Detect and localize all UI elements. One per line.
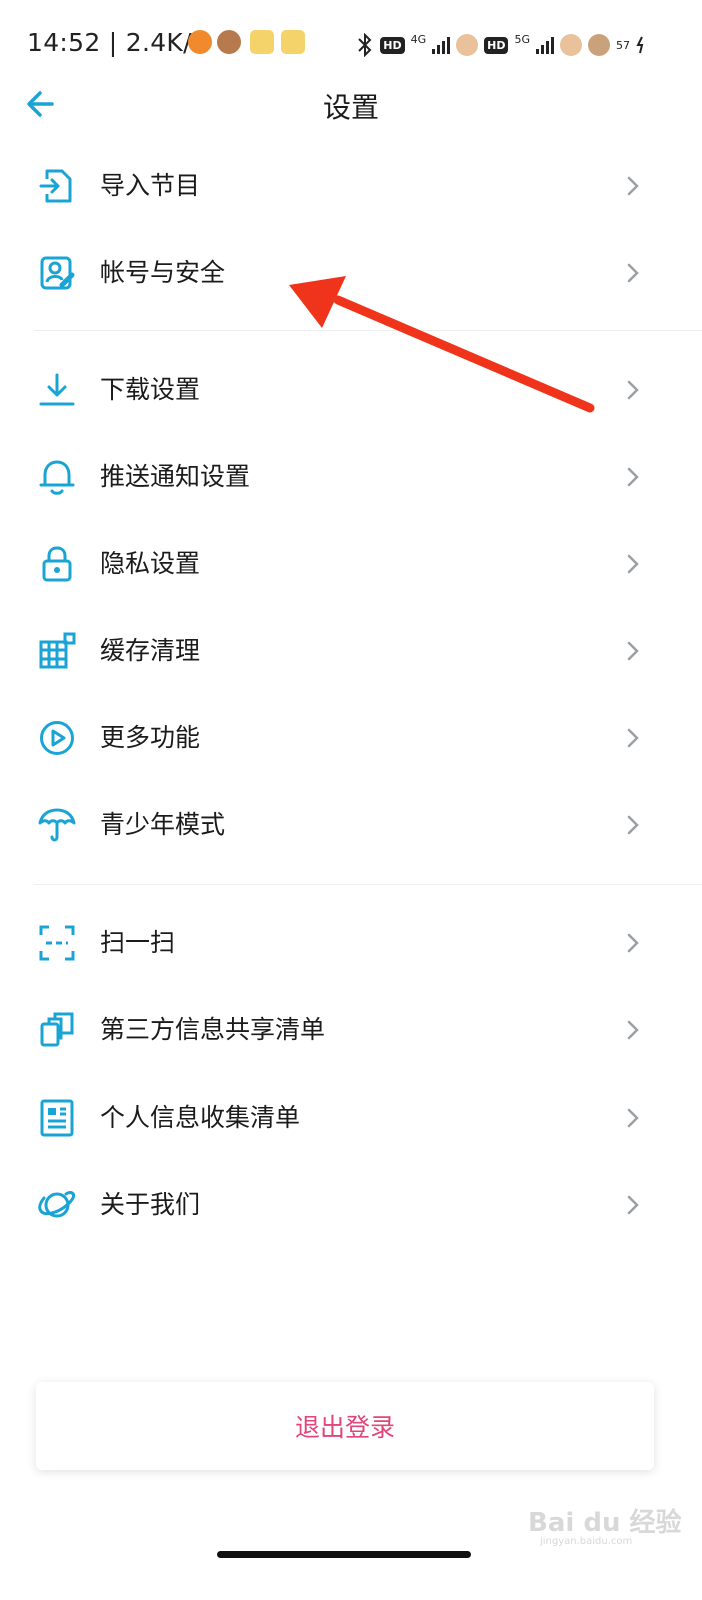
- annotation-arrow: [289, 276, 595, 413]
- watermark-url: jingyan.baidu.com: [540, 1536, 633, 1547]
- home-indicator[interactable]: [217, 1551, 471, 1558]
- baidu-jingyan-watermark: Bai du 经验: [528, 1508, 682, 1538]
